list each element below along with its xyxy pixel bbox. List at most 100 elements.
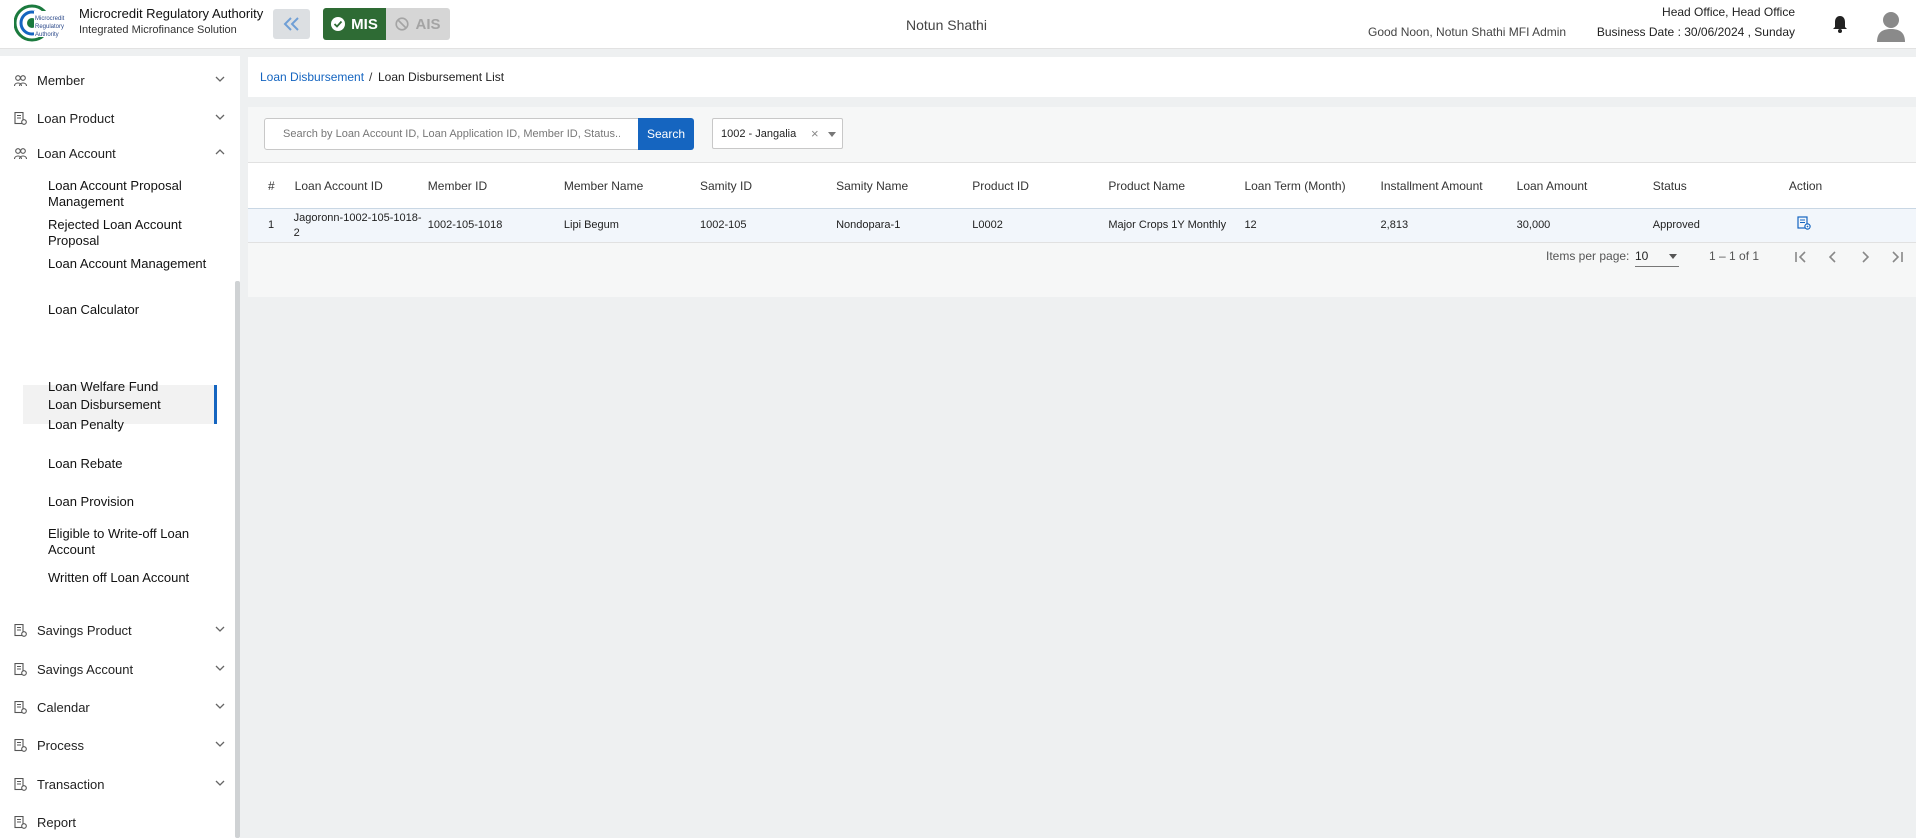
sidebar-item-label: Report — [37, 814, 77, 830]
top-header: Microcredit Regulatory Authority Microcr… — [0, 0, 1916, 49]
loan-account-id-line1: Jagoronn-1002-105-1018- — [293, 211, 422, 224]
ais-toggle-button[interactable]: AIS — [386, 8, 450, 40]
sidebar-subitem-loan-provision[interactable]: Loan Provision — [48, 494, 218, 510]
chevron-down-icon — [215, 665, 225, 671]
clear-selection-icon[interactable]: × — [811, 126, 819, 141]
dropdown-arrow-icon — [1669, 254, 1677, 259]
sidebar-subitem-written-off-loan-account[interactable]: Written off Loan Account — [48, 570, 218, 586]
members-icon — [14, 75, 27, 87]
items-per-page-label: Items per page: — [1546, 249, 1630, 263]
loan-disbursement-card: Search 1002 - Jangalia × # Loan Account … — [248, 107, 1916, 297]
search-input[interactable] — [264, 118, 639, 150]
sidebar-item-report[interactable]: Report — [0, 807, 235, 837]
sidebar-subitem-loan-account-proposal-management[interactable]: Loan Account Proposal Management — [48, 178, 218, 210]
org-name: Microcredit Regulatory Authority — [79, 6, 264, 21]
block-icon — [395, 17, 410, 31]
business-date: Business Date : 30/06/2024 , Sunday — [1596, 25, 1795, 39]
document-icon — [14, 663, 27, 676]
column-header[interactable]: Member Name — [563, 162, 700, 209]
column-header[interactable]: Product ID — [972, 162, 1109, 209]
sidebar-subitem-rejected-loan-account-proposal[interactable]: Rejected Loan Account Proposal — [48, 217, 218, 249]
sidebar-item-member[interactable]: Member — [0, 65, 235, 95]
previous-page-icon[interactable] — [1821, 245, 1845, 269]
sidebar-item-label: Member — [37, 72, 85, 88]
breadcrumb: Loan Disbursement / Loan Disbursement Li… — [248, 57, 1916, 97]
sidebar-subitem-loan-calculator[interactable]: Loan Calculator — [48, 302, 218, 318]
chevron-up-icon — [215, 149, 225, 155]
last-page-icon[interactable] — [1885, 245, 1909, 269]
document-icon — [14, 778, 27, 791]
items-per-page-select[interactable]: 10 — [1635, 243, 1679, 267]
ais-label: AIS — [415, 15, 441, 33]
document-icon — [14, 701, 27, 714]
column-header: Action — [1788, 162, 1916, 209]
members-icon — [14, 148, 27, 160]
sidebar-item-savings-product[interactable]: Savings Product — [0, 615, 235, 645]
view-details-icon[interactable] — [1797, 216, 1811, 230]
chevron-down-icon — [215, 703, 225, 709]
check-circle-icon — [331, 17, 346, 31]
column-header[interactable]: Samity Name — [836, 162, 973, 209]
column-header[interactable]: Product Name — [1108, 162, 1245, 209]
sidebar-subitem-loan-penalty[interactable]: Loan Penalty — [48, 417, 218, 433]
branch-select[interactable]: 1002 - Jangalia × — [712, 118, 843, 149]
branch-select-value: 1002 - Jangalia — [721, 128, 797, 140]
mis-toggle-button[interactable]: MIS — [323, 8, 386, 40]
dropdown-arrow-icon — [828, 132, 836, 137]
sidebar-item-label: Loan Product — [37, 110, 115, 126]
items-per-page-value: 10 — [1635, 249, 1649, 263]
sidebar-item-savings-account[interactable]: Savings Account — [0, 654, 235, 684]
sidebar-item-loan-account[interactable]: Loan Account — [0, 138, 235, 168]
column-header[interactable]: Loan Account ID — [291, 162, 428, 209]
notification-bell-icon[interactable] — [1832, 15, 1848, 33]
sidebar: Member Loan Product Loan Account Loan Ac… — [0, 56, 240, 838]
sidebar-subitem-eligible-write-off[interactable]: Eligible to Write-off Loan Account — [48, 526, 218, 558]
first-page-icon[interactable] — [1789, 245, 1813, 269]
column-header[interactable]: Loan Amount — [1516, 162, 1653, 209]
column-header[interactable]: Samity ID — [700, 162, 837, 209]
sidebar-item-label: Transaction — [37, 776, 105, 792]
office-name: Head Office, Head Office — [1662, 5, 1795, 19]
sidebar-subitem-loan-rebate[interactable]: Loan Rebate — [48, 456, 218, 472]
svg-text:Authority: Authority — [35, 32, 59, 38]
chevron-down-icon — [215, 741, 225, 747]
breadcrumb-parent-link[interactable]: Loan Disbursement — [260, 70, 364, 84]
table-header-row: # Loan Account ID Member ID Member Name … — [248, 162, 1916, 209]
collapse-sidebar-button[interactable] — [273, 9, 310, 39]
sidebar-item-label: Savings Account — [37, 661, 134, 677]
sidebar-subitem-loan-welfare-fund[interactable]: Loan Welfare Fund — [48, 379, 218, 395]
document-icon — [14, 624, 27, 637]
breadcrumb-separator: / — [369, 70, 373, 84]
sidebar-scrollbar[interactable] — [235, 281, 240, 838]
sidebar-item-process[interactable]: Process — [0, 730, 235, 760]
sidebar-item-loan-product[interactable]: Loan Product — [0, 103, 235, 133]
sidebar-subitem-label: Loan Disbursement — [48, 397, 161, 412]
sidebar-subitem-loan-account-management[interactable]: Loan Account Management — [48, 256, 218, 272]
sidebar-item-label: Savings Product — [37, 622, 132, 638]
user-greeting: Good Noon, Notun Shathi MFI Admin — [1368, 25, 1567, 39]
svg-text:Regulatory: Regulatory — [35, 24, 64, 30]
sidebar-item-label: Calendar — [37, 699, 90, 715]
double-chevron-left-icon — [283, 17, 299, 31]
org-subtitle: Integrated Microfinance Solution — [79, 24, 237, 36]
column-header[interactable]: Loan Term (Month) — [1244, 162, 1381, 209]
document-icon — [14, 739, 27, 752]
search-button[interactable]: Search — [638, 118, 694, 150]
chevron-down-icon — [215, 114, 225, 120]
column-header[interactable]: Status — [1652, 162, 1789, 209]
next-page-icon[interactable] — [1853, 245, 1877, 269]
column-header[interactable]: Installment Amount — [1380, 162, 1517, 209]
chevron-down-icon — [215, 780, 225, 786]
document-icon — [14, 112, 27, 125]
paginator: Items per page: 10 1 – 1 of 1 — [248, 233, 1916, 285]
svg-text:Microcredit: Microcredit — [35, 16, 65, 22]
sidebar-item-calendar[interactable]: Calendar — [0, 692, 235, 722]
institution-name: Notun Shathi — [906, 17, 987, 33]
sidebar-item-transaction[interactable]: Transaction — [0, 769, 235, 799]
user-avatar-icon[interactable] — [1876, 10, 1906, 42]
loan-disbursement-table: # Loan Account ID Member ID Member Name … — [248, 162, 1916, 243]
document-icon — [14, 816, 27, 829]
column-header[interactable]: Member ID — [427, 162, 564, 209]
sidebar-item-label: Process — [37, 737, 84, 753]
chevron-down-icon — [215, 626, 225, 632]
